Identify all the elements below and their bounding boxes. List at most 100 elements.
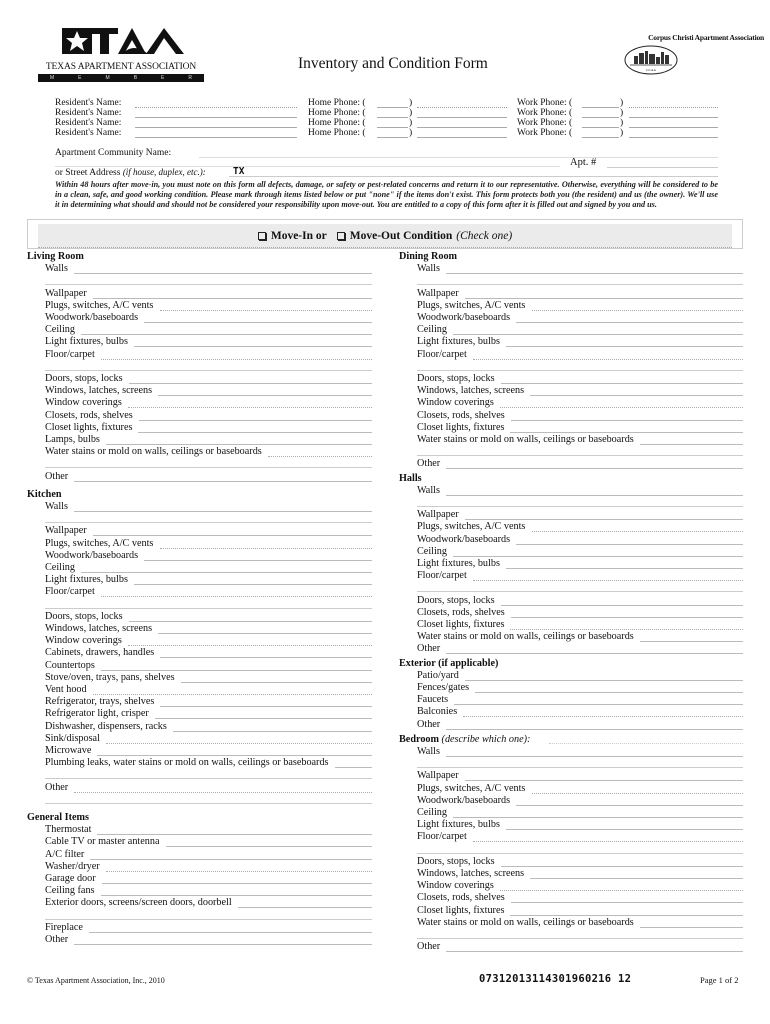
inventory-item-notes-field[interactable] xyxy=(500,604,743,606)
work-phone-area-field[interactable] xyxy=(582,98,619,108)
inventory-item-notes-field[interactable] xyxy=(445,756,743,757)
move-out-checkbox[interactable] xyxy=(336,231,345,240)
inventory-item-notes-field[interactable] xyxy=(472,841,743,843)
inventory-item-notes-field[interactable] xyxy=(133,346,372,348)
inventory-item-notes-field[interactable] xyxy=(463,716,743,718)
inventory-item-notes-field[interactable] xyxy=(101,883,372,884)
inventory-item-notes-field[interactable] xyxy=(639,641,743,643)
inventory-item-notes-field[interactable] xyxy=(530,878,743,879)
blank-note-line[interactable] xyxy=(45,802,372,804)
inventory-item-notes-field[interactable] xyxy=(531,531,743,533)
resident-name-field[interactable] xyxy=(135,128,297,138)
blank-note-line[interactable] xyxy=(417,284,743,286)
work-phone-field[interactable] xyxy=(629,118,718,128)
inventory-item-notes-field[interactable] xyxy=(138,419,372,421)
inventory-item-notes-field[interactable] xyxy=(73,511,372,512)
inventory-item-notes-field[interactable] xyxy=(128,383,372,384)
inventory-item-notes-field[interactable] xyxy=(452,555,743,557)
inventory-item-notes-field[interactable] xyxy=(445,273,743,275)
inventory-item-notes-field[interactable] xyxy=(105,870,372,872)
resident-name-field[interactable] xyxy=(135,98,297,108)
inventory-item-notes-field[interactable] xyxy=(160,657,372,659)
inventory-item-notes-field[interactable] xyxy=(500,865,743,867)
resident-name-field[interactable] xyxy=(135,118,297,128)
work-phone-field[interactable] xyxy=(629,98,718,108)
inventory-item-notes-field[interactable] xyxy=(446,951,743,953)
blank-note-line[interactable] xyxy=(417,506,743,507)
inventory-item-notes-field[interactable] xyxy=(499,890,743,892)
inventory-item-notes-field[interactable] xyxy=(144,322,372,323)
inventory-item-notes-field[interactable] xyxy=(510,419,743,421)
inventory-item-notes-field[interactable] xyxy=(516,543,743,545)
inventory-item-notes-field[interactable] xyxy=(92,694,372,695)
inventory-item-notes-field[interactable] xyxy=(100,669,372,671)
blank-note-line[interactable] xyxy=(45,918,372,920)
inventory-item-notes-field[interactable] xyxy=(505,829,743,831)
inventory-item-notes-field[interactable] xyxy=(92,535,372,537)
inventory-item-notes-field[interactable] xyxy=(100,596,372,598)
inventory-item-notes-field[interactable] xyxy=(165,846,372,848)
home-phone-area-field[interactable] xyxy=(377,128,408,138)
inventory-item-notes-field[interactable] xyxy=(531,792,743,794)
inventory-item-notes-field[interactable] xyxy=(73,273,372,275)
inventory-item-notes-field[interactable] xyxy=(510,616,743,618)
inventory-item-notes-field[interactable] xyxy=(88,931,372,933)
inventory-item-notes-field[interactable] xyxy=(334,767,372,769)
blank-note-line[interactable] xyxy=(417,591,743,593)
inventory-item-notes-field[interactable] xyxy=(100,895,372,897)
inventory-item-notes-field[interactable] xyxy=(464,780,743,782)
inventory-item-notes-field[interactable] xyxy=(446,728,743,730)
inventory-item-notes-field[interactable] xyxy=(445,494,743,496)
inventory-item-notes-field[interactable] xyxy=(510,902,743,904)
inventory-item-notes-field[interactable] xyxy=(639,926,743,928)
inventory-item-notes-field[interactable] xyxy=(452,817,743,818)
inventory-item-notes-field[interactable] xyxy=(133,584,372,586)
inventory-item-notes-field[interactable] xyxy=(505,346,743,348)
inventory-item-notes-field[interactable] xyxy=(510,431,743,433)
blank-note-line[interactable] xyxy=(417,767,743,769)
inventory-item-notes-field[interactable] xyxy=(180,681,372,683)
inventory-item-notes-field[interactable] xyxy=(464,297,743,299)
home-phone-area-field[interactable] xyxy=(377,118,408,128)
inventory-item-notes-field[interactable] xyxy=(472,358,743,360)
inventory-item-notes-field[interactable] xyxy=(97,755,372,756)
inventory-item-notes-field[interactable] xyxy=(516,804,743,806)
inventory-item-notes-field[interactable] xyxy=(144,559,372,561)
street-address-field[interactable]: TX xyxy=(229,166,718,177)
blank-note-line[interactable] xyxy=(417,455,743,457)
inventory-item-notes-field[interactable] xyxy=(105,742,372,744)
home-phone-area-field[interactable] xyxy=(377,108,408,118)
inventory-item-notes-field[interactable] xyxy=(74,944,372,945)
blank-note-line[interactable] xyxy=(417,852,743,854)
blank-note-line[interactable] xyxy=(417,369,743,371)
inventory-item-notes-field[interactable] xyxy=(446,468,743,470)
blank-note-line[interactable] xyxy=(45,369,372,371)
inventory-item-notes-field[interactable] xyxy=(172,730,372,732)
inventory-item-notes-field[interactable] xyxy=(158,395,372,397)
blank-note-line[interactable] xyxy=(45,607,372,609)
home-phone-field[interactable] xyxy=(417,128,507,138)
inventory-item-notes-field[interactable] xyxy=(475,692,743,693)
inventory-item-notes-field[interactable] xyxy=(127,407,372,409)
inventory-item-notes-field[interactable] xyxy=(158,633,372,634)
blank-note-line[interactable] xyxy=(417,938,743,939)
inventory-item-notes-field[interactable] xyxy=(500,383,743,384)
inventory-item-notes-field[interactable] xyxy=(92,297,372,299)
inventory-item-notes-field[interactable] xyxy=(472,580,743,582)
bedroom-description-field[interactable] xyxy=(549,742,743,744)
community-name-field-line2[interactable] xyxy=(55,157,560,167)
work-phone-area-field[interactable] xyxy=(582,108,619,118)
inventory-item-notes-field[interactable] xyxy=(100,358,372,360)
inventory-item-notes-field[interactable] xyxy=(516,322,743,323)
inventory-item-notes-field[interactable] xyxy=(530,395,743,397)
inventory-item-notes-field[interactable] xyxy=(446,653,743,655)
inventory-item-notes-field[interactable] xyxy=(237,907,372,909)
blank-note-line[interactable] xyxy=(45,467,372,469)
inventory-item-notes-field[interactable] xyxy=(639,444,743,445)
home-phone-field[interactable] xyxy=(417,108,507,118)
home-phone-field[interactable] xyxy=(417,98,507,108)
inventory-item-notes-field[interactable] xyxy=(128,620,372,622)
blank-note-line[interactable] xyxy=(45,284,372,286)
inventory-item-notes-field[interactable] xyxy=(159,547,372,549)
work-phone-area-field[interactable] xyxy=(582,118,619,128)
